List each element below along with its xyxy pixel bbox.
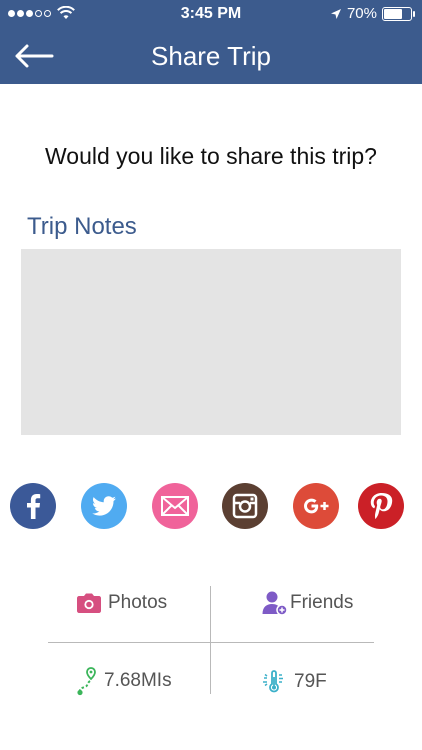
stats-divider-horizontal (48, 642, 374, 643)
share-buttons-row (0, 483, 422, 529)
status-bar: 3:45 PM 70% (0, 0, 422, 28)
instagram-icon (232, 493, 258, 519)
route-icon (77, 667, 96, 696)
share-facebook-button[interactable] (10, 483, 56, 529)
battery-icon (382, 6, 415, 21)
stats-divider-vertical (210, 586, 211, 694)
twitter-icon (92, 496, 116, 516)
stat-temperature-value: 79F (294, 671, 327, 692)
share-google-plus-button[interactable] (293, 483, 339, 529)
trip-notes-input[interactable] (21, 249, 401, 435)
stat-friends[interactable]: Friends (262, 590, 353, 616)
stat-distance: 7.68MIs (76, 666, 172, 696)
add-friend-icon (262, 591, 288, 616)
share-twitter-button[interactable] (81, 483, 127, 529)
google-plus-icon (304, 498, 329, 514)
share-email-button[interactable] (152, 483, 198, 529)
share-pinterest-button[interactable] (358, 483, 404, 529)
location-arrow-icon (330, 8, 341, 19)
share-question: Would you like to share this trip? (45, 143, 377, 169)
trip-notes-label: Trip Notes (27, 213, 137, 240)
nav-bar: Share Trip (0, 28, 422, 84)
thermometer-icon (263, 670, 283, 693)
status-right: 70% (330, 5, 415, 22)
stat-photos-label: Photos (108, 592, 168, 613)
stat-temperature: 79F (262, 670, 327, 694)
share-instagram-button[interactable] (222, 483, 268, 529)
facebook-icon (27, 494, 41, 519)
stat-friends-label: Friends (290, 592, 354, 613)
camera-icon (77, 593, 101, 613)
stat-photos[interactable]: Photos (76, 592, 167, 614)
page-title: Share Trip (151, 41, 271, 71)
stat-distance-value: 7.68MIs (104, 670, 172, 691)
email-icon (161, 496, 189, 516)
battery-percent: 70% (346, 5, 377, 22)
trip-stats: Photos Friends 7.68MIs 79F (48, 586, 374, 696)
pinterest-icon (370, 493, 393, 519)
